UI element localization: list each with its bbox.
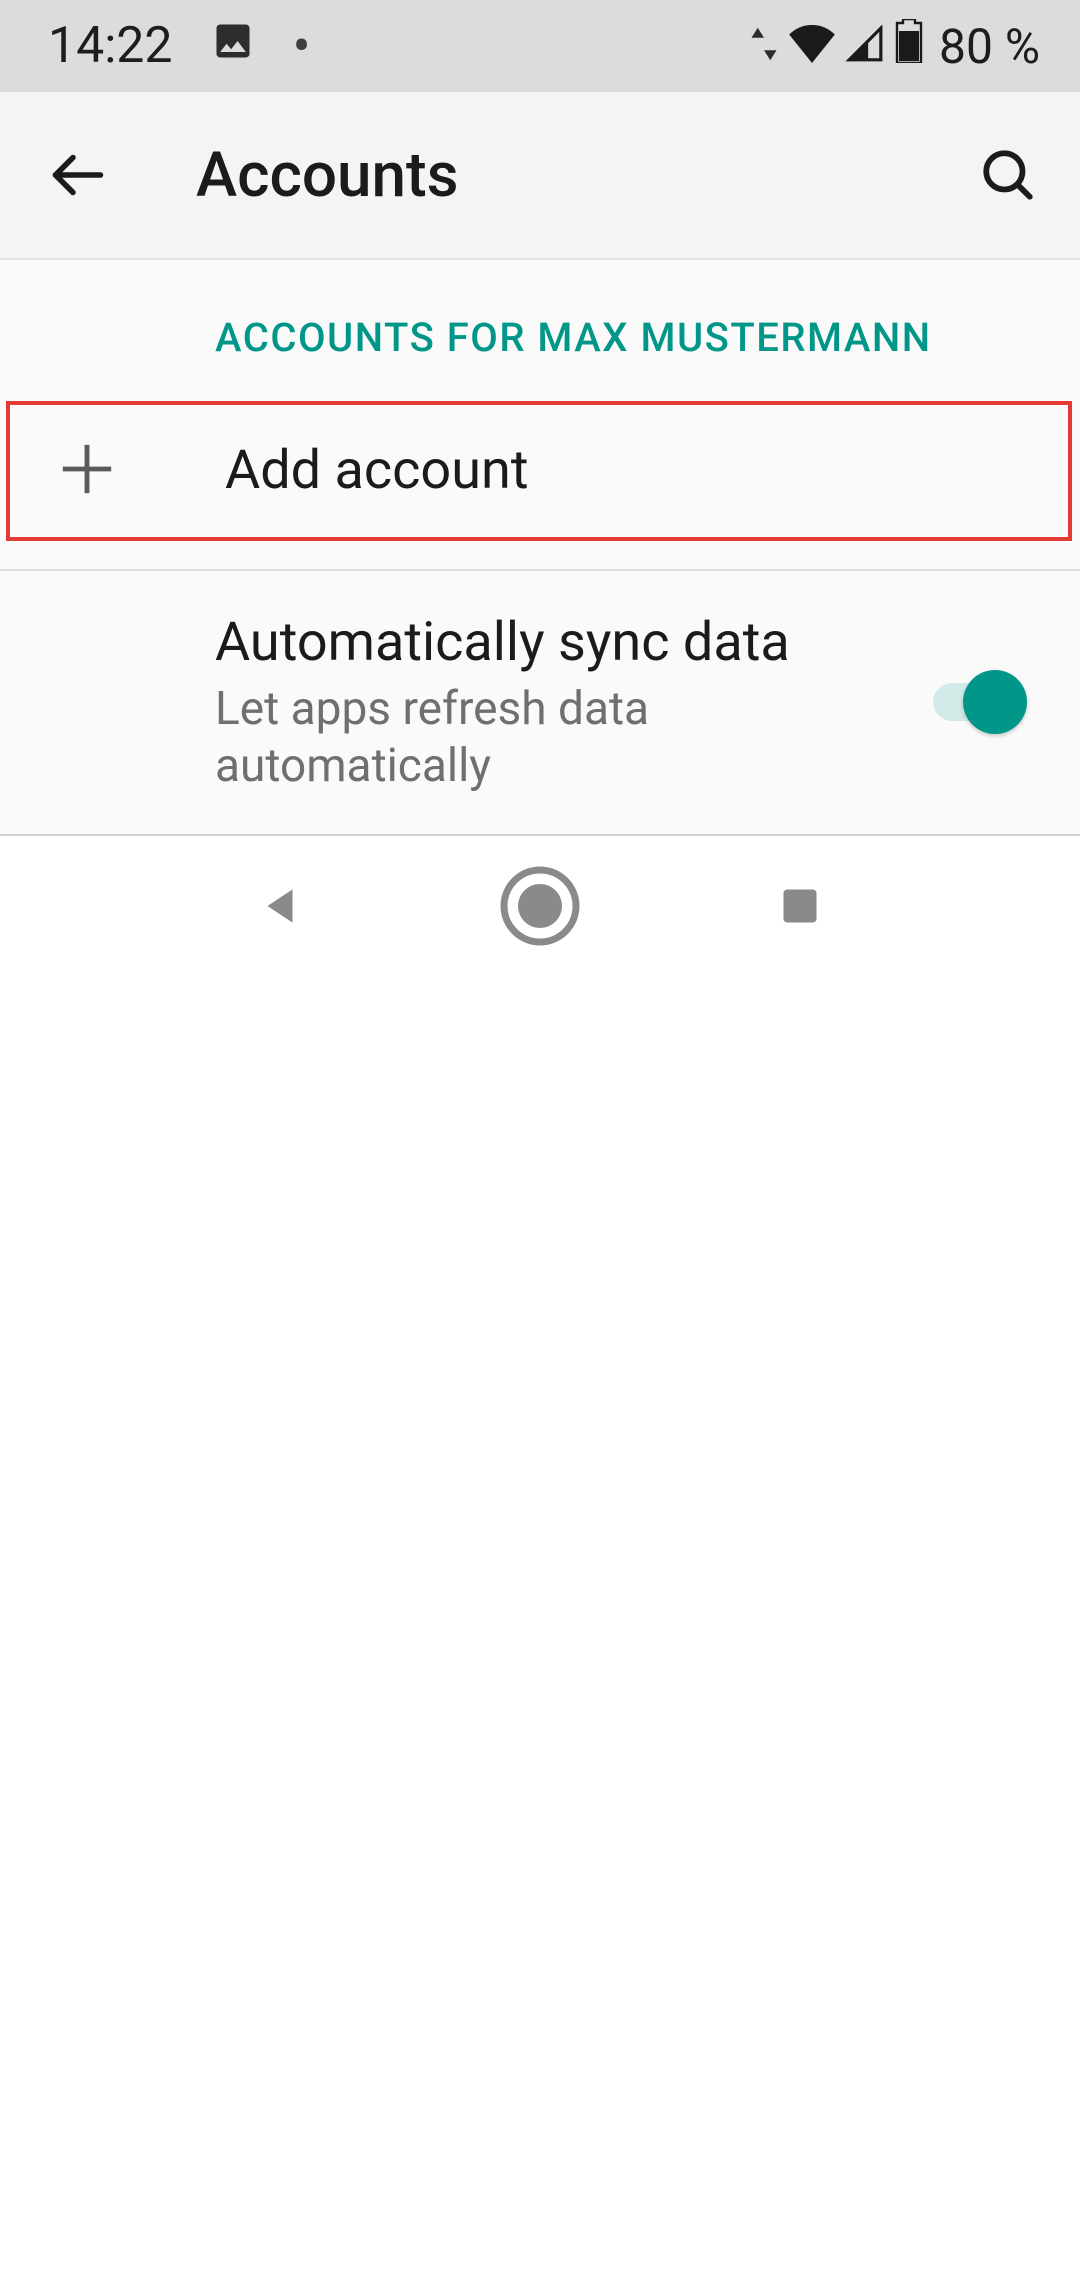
status-bar: 14:22 • 80 % <box>0 0 1080 92</box>
notification-dot-icon: • <box>293 15 311 78</box>
battery-percent: 80 % <box>939 18 1040 75</box>
app-bar: Accounts <box>0 92 1080 260</box>
auto-sync-row[interactable]: Automatically sync data Let apps refresh… <box>0 571 1080 834</box>
nav-recent-button[interactable] <box>745 851 855 961</box>
data-arrows-icon <box>749 18 779 75</box>
navigation-bar <box>0 836 1080 976</box>
nav-back-button[interactable] <box>225 851 335 961</box>
section-header: Accounts for Max Mustermann <box>0 260 1080 401</box>
auto-sync-toggle[interactable] <box>933 670 1027 734</box>
add-account-highlight: Add account <box>6 401 1072 541</box>
plus-icon <box>58 440 116 502</box>
wifi-icon <box>789 18 835 75</box>
search-button[interactable] <box>976 143 1040 207</box>
auto-sync-subtitle: Let apps refresh data automatically <box>215 681 890 796</box>
battery-icon <box>895 18 923 75</box>
status-time: 14:22 <box>48 17 173 75</box>
add-account-label: Add account <box>225 437 998 505</box>
page-title: Accounts <box>196 139 976 212</box>
add-account-row[interactable]: Add account <box>10 405 1068 537</box>
auto-sync-title: Automatically sync data <box>215 609 890 677</box>
image-icon <box>211 18 255 75</box>
back-button[interactable] <box>48 145 108 205</box>
content-area: Accounts for Max Mustermann Add account … <box>0 260 1080 834</box>
nav-home-button[interactable] <box>485 851 595 961</box>
signal-icon <box>845 18 885 75</box>
